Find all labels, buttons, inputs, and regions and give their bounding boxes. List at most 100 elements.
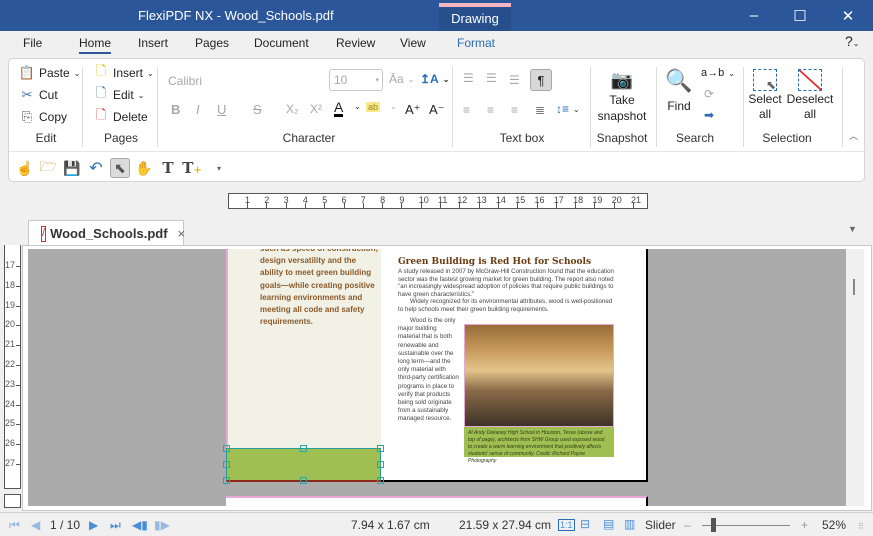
menu-pages[interactable]: Pages [195, 36, 229, 50]
back-view-button[interactable]: ◀▮ [132, 518, 148, 532]
menu-format[interactable]: Format [457, 36, 495, 50]
find-button[interactable]: 🔍 Find [663, 67, 695, 113]
fit-visible-button[interactable]: ▥ [624, 517, 635, 531]
underline-button[interactable]: U [217, 102, 226, 117]
document-tab[interactable]: / Wood_Schools.pdf × [28, 220, 186, 246]
maximize-button[interactable]: ☐ [777, 0, 823, 31]
shrink-font-button[interactable]: A⁻ [429, 102, 445, 118]
find-previous-button[interactable]: ⟳ [704, 87, 714, 101]
zoom-in-button[interactable]: + [801, 518, 808, 532]
open-button[interactable]: 🗁 [38, 158, 58, 178]
align-middle-button[interactable]: ☰ [486, 71, 497, 85]
fit-visible-icon: ▥ [624, 517, 636, 531]
take-snapshot-button[interactable]: 📷 Take snapshot [596, 69, 648, 124]
forward-view-button[interactable]: ▮▶ [154, 518, 170, 532]
context-tab-drawing[interactable]: Drawing [439, 3, 511, 31]
menu-view[interactable]: View [400, 36, 426, 50]
customize-toolbar-button[interactable]: ▾ [209, 158, 229, 178]
justify-button[interactable]: ≣ [535, 103, 545, 117]
article-heading[interactable]: Green Building is Red Hot for Schools [398, 257, 591, 267]
highlight-color-button[interactable]: ab [366, 102, 381, 112]
grow-font-button[interactable]: A⁺ [405, 102, 421, 118]
align-bottom-button[interactable]: ☰ [509, 73, 520, 87]
show-paragraph-marks-button[interactable]: ¶ [530, 69, 552, 91]
resize-grip-icon[interactable]: ⠿ [858, 522, 864, 531]
zoom-out-button[interactable]: – [684, 518, 691, 532]
chevron-down-icon[interactable]: ⌄ [390, 102, 397, 111]
text-case-button[interactable]: Āa ⌄ [389, 72, 414, 86]
font-name-field[interactable]: Calibri [168, 74, 202, 88]
first-page-button[interactable]: ⏮ [9, 518, 20, 533]
find-next-button[interactable]: ➡ [704, 108, 714, 122]
chevron-down-icon[interactable]: ⌄ [354, 102, 361, 111]
delete-page-button[interactable]: 🗋 Delete [93, 107, 148, 125]
menu-home[interactable]: Home [79, 36, 112, 54]
next-page-button[interactable]: ▶ [89, 518, 98, 532]
paste-button[interactable]: 📋 Paste ⌄ [19, 65, 80, 81]
text-tool-button[interactable]: T [158, 158, 178, 178]
resize-handle[interactable] [300, 477, 307, 484]
help-button[interactable]: ?⌄ [845, 33, 860, 49]
resize-handle[interactable] [300, 445, 307, 452]
menu-insert[interactable]: Insert [138, 36, 168, 50]
close-button[interactable]: ✕ [825, 0, 871, 31]
article-body[interactable]: A study released in 2007 by McGraw-Hill … [398, 268, 616, 314]
previous-page-button[interactable]: ◀ [31, 518, 40, 532]
superscript-button[interactable]: X² [310, 102, 322, 116]
resize-handle[interactable] [377, 461, 384, 468]
page-indicator[interactable]: 1 / 10 [50, 518, 80, 532]
select-all-button[interactable]: ⬉ Select all [747, 69, 783, 121]
font-size-field[interactable]: 10 ▾ [329, 69, 383, 91]
tab-list-dropdown-icon[interactable]: ▼ [848, 224, 857, 234]
pull-quote[interactable]: such as speed of construction, design ve… [260, 249, 380, 328]
text-direction-button[interactable]: ↥A ⌄ [420, 72, 449, 86]
school-interior-photo[interactable] [464, 324, 614, 427]
replace-button[interactable]: a→b ⌄ [701, 67, 735, 79]
edit-page-button[interactable]: 🗋 Edit ⌄ [93, 85, 145, 103]
resize-handle[interactable] [377, 477, 384, 484]
tab-close-icon[interactable]: × [178, 226, 186, 241]
article-column-text[interactable]: Wood is the only major building material… [398, 317, 460, 424]
strikethrough-button[interactable]: S [253, 102, 262, 117]
divider [157, 67, 158, 147]
subscript-button[interactable]: X₂ [286, 102, 299, 116]
align-right-button[interactable]: ≡ [511, 103, 518, 117]
copy-button[interactable]: ⎘ Copy [19, 109, 67, 125]
fit-width-button[interactable]: ⊟ [580, 517, 590, 531]
ruler-tick [16, 404, 20, 406]
menu-review[interactable]: Review [336, 36, 375, 50]
deselect-all-button[interactable]: Deselect all [786, 69, 834, 121]
save-button[interactable]: 💾 [62, 158, 82, 178]
undo-button[interactable]: ↶ [86, 158, 106, 178]
photo-caption[interactable]: At Andy Dekaney High School in Houston, … [464, 427, 614, 464]
touch-mode-button[interactable]: ☝ [15, 158, 35, 178]
bold-button[interactable]: B [171, 102, 180, 117]
collapse-ribbon-button[interactable]: ︿ [849, 129, 858, 142]
align-top-button[interactable]: ☰ [463, 71, 474, 85]
vertical-scrollbar[interactable] [846, 249, 864, 506]
minimize-button[interactable]: – [731, 0, 777, 31]
align-middle-icon: ☰ [486, 71, 497, 85]
add-text-button[interactable]: T+ [182, 158, 202, 178]
resize-handle[interactable] [377, 445, 384, 452]
select-tool-button[interactable]: ⬉ [110, 158, 130, 178]
insert-page-button[interactable]: 🗋 Insert ⌄ [93, 63, 154, 81]
cut-button[interactable]: ✂ Cut [19, 87, 58, 103]
align-left-button[interactable]: ≡ [463, 103, 470, 117]
scrollbar-thumb[interactable] [853, 279, 855, 295]
document-canvas[interactable]: such as speed of construction, design ve… [28, 249, 846, 506]
resize-handle[interactable] [223, 461, 230, 468]
menu-document[interactable]: Document [254, 36, 309, 50]
font-color-button[interactable]: A [334, 100, 344, 117]
resize-handle[interactable] [223, 477, 230, 484]
resize-handle[interactable] [223, 445, 230, 452]
last-page-button[interactable]: ⏭ [110, 518, 121, 533]
fit-page-button[interactable]: ▤ [603, 517, 614, 531]
line-spacing-button[interactable]: ↕≡ ⌄ [556, 102, 580, 116]
italic-button[interactable]: I [196, 102, 200, 117]
zoom-slider-thumb[interactable] [711, 518, 717, 532]
align-center-button[interactable]: ≡ [487, 103, 494, 117]
actual-size-button[interactable]: 1:1 [558, 519, 575, 531]
hand-tool-button[interactable]: ✋ [134, 158, 154, 178]
menu-file[interactable]: File [23, 36, 42, 50]
